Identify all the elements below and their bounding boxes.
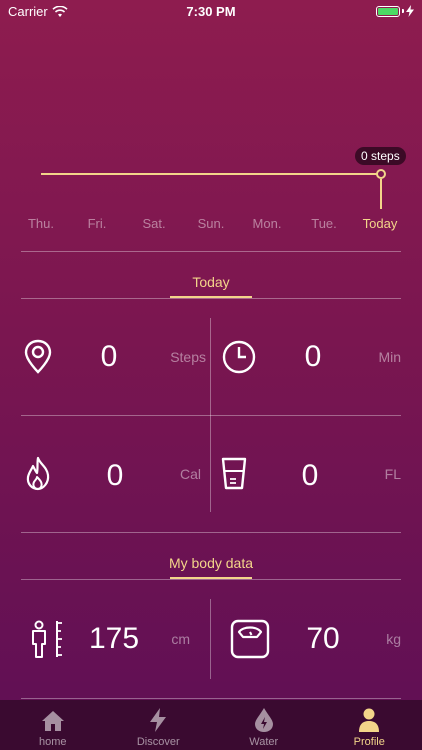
water-drop-icon bbox=[254, 708, 273, 732]
tab-home[interactable]: home bbox=[0, 700, 106, 750]
tab-label: Water bbox=[249, 736, 279, 748]
steps-badge: 0 steps bbox=[355, 147, 406, 165]
day-label[interactable]: Tue. bbox=[294, 216, 354, 231]
divider bbox=[21, 415, 401, 416]
today-marker-line bbox=[380, 179, 382, 209]
divider bbox=[21, 579, 401, 580]
steps-unit: Steps bbox=[170, 349, 206, 365]
week-steps-line bbox=[41, 173, 379, 175]
day-label-today[interactable]: Today bbox=[350, 216, 410, 231]
steps-value: 0 bbox=[100, 340, 118, 373]
height-unit: cm bbox=[171, 631, 190, 647]
body-section-title: My body data bbox=[168, 555, 254, 571]
today-section-title: Today bbox=[192, 274, 230, 290]
tab-label: Profile bbox=[353, 736, 385, 748]
weight-unit: kg bbox=[386, 631, 401, 647]
day-label[interactable]: Thu. bbox=[11, 216, 71, 231]
minutes-value: 0 bbox=[304, 340, 322, 373]
charging-icon bbox=[406, 5, 414, 17]
weekday-axis: Thu. Fri. Sat. Sun. Mon. Tue. Today bbox=[0, 216, 422, 232]
battery-icon bbox=[376, 5, 414, 17]
water-glass-icon bbox=[221, 457, 247, 490]
status-bar: Carrier 7:30 PM bbox=[0, 0, 422, 22]
flame-icon bbox=[26, 456, 50, 491]
day-label[interactable]: Mon. bbox=[237, 216, 297, 231]
clock-icon bbox=[222, 340, 256, 374]
height-icon bbox=[32, 620, 62, 658]
home-icon bbox=[41, 711, 64, 731]
water-value: 0 bbox=[301, 459, 319, 492]
lightning-icon bbox=[150, 708, 167, 732]
tab-discover[interactable]: Discover bbox=[106, 700, 212, 750]
location-pin-icon bbox=[24, 339, 52, 374]
calories-unit: Cal bbox=[179, 466, 201, 482]
tab-water[interactable]: Water bbox=[211, 700, 317, 750]
day-label[interactable]: Sun. bbox=[181, 216, 241, 231]
clock: 7:30 PM bbox=[186, 4, 236, 19]
tab-label: Discover bbox=[136, 736, 180, 748]
water-unit: FL bbox=[384, 466, 401, 482]
divider bbox=[21, 698, 401, 699]
today-point[interactable] bbox=[376, 169, 386, 179]
body-column-divider bbox=[210, 599, 211, 679]
tab-label: home bbox=[38, 736, 67, 748]
day-label[interactable]: Sat. bbox=[124, 216, 184, 231]
tab-profile[interactable]: Profile bbox=[317, 700, 422, 750]
divider bbox=[21, 298, 401, 299]
minutes-unit: Min bbox=[378, 349, 401, 365]
divider bbox=[21, 532, 401, 533]
day-label[interactable]: Fri. bbox=[67, 216, 127, 231]
tab-bar: home Discover Water Profile bbox=[0, 700, 422, 750]
divider bbox=[21, 251, 401, 252]
scale-icon bbox=[230, 619, 270, 659]
person-icon bbox=[359, 708, 380, 732]
calories-value: 0 bbox=[106, 459, 124, 492]
